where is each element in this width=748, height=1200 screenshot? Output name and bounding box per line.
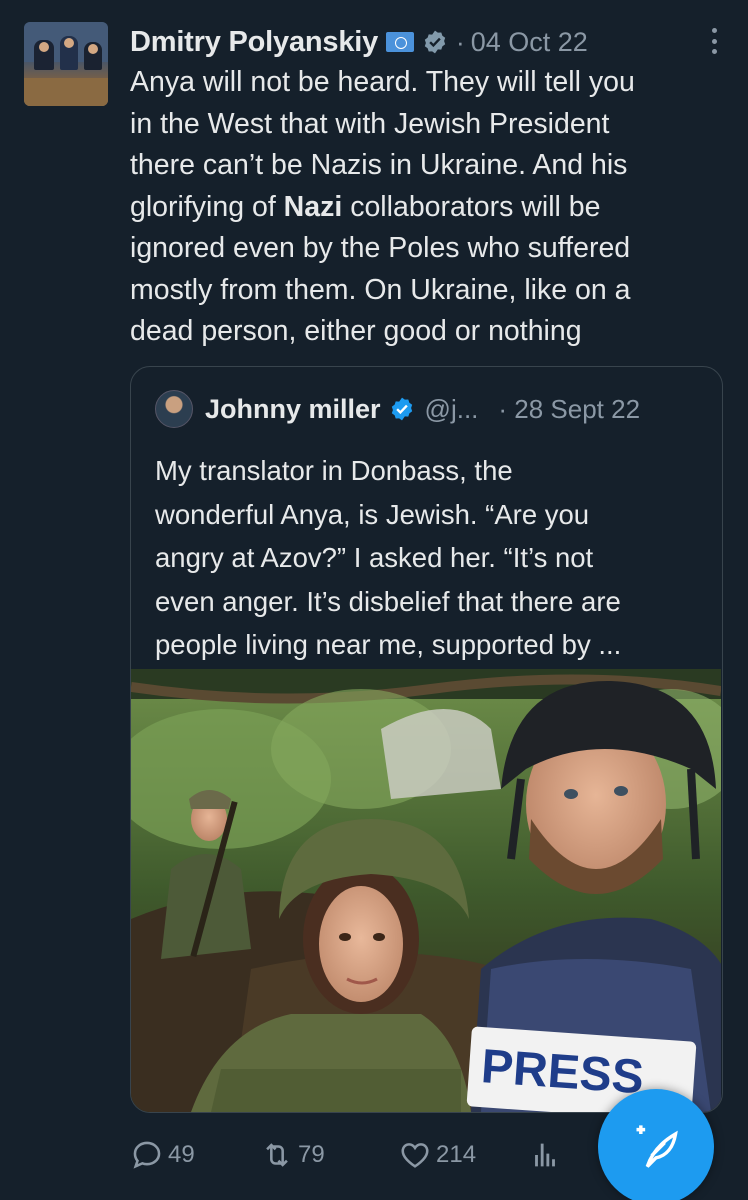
tweet[interactable]: Dmitry Polyanskiy · 04 Oct 22 Anya will … xyxy=(0,0,748,1200)
views-button[interactable] xyxy=(528,1138,566,1172)
quoted-post-date: · 28 Sept 22 xyxy=(498,393,641,424)
post-text-bold[interactable]: Nazi xyxy=(284,191,343,223)
post-text-line: there can’t be Nazis in Ukraine. And his xyxy=(130,149,628,181)
repost-icon xyxy=(266,1143,288,1167)
author-name[interactable]: Dmitry Polyanskiy xyxy=(130,26,378,59)
like-button[interactable]: 214 xyxy=(398,1138,476,1172)
post-text-line: glorifying of Nazi collaborators will be xyxy=(130,187,730,229)
quoted-tweet-photo[interactable]: PRESS xyxy=(131,669,721,1112)
reply-icon xyxy=(133,1141,161,1169)
quoted-author-handle: @j... xyxy=(424,393,479,424)
compose-feather-icon xyxy=(636,1125,678,1168)
quoted-author-avatar[interactable] xyxy=(155,390,193,428)
post-text-line: dead person, either good or nothing xyxy=(130,315,582,347)
compose-button[interactable] xyxy=(598,1089,714,1200)
quoted-text-line: people living near me, supported by ... xyxy=(155,629,622,660)
photo-illustration: PRESS xyxy=(131,669,721,1112)
tweet-actions: 49 79 214 xyxy=(130,1138,590,1178)
more-vertical-icon[interactable] xyxy=(712,28,720,54)
reply-button[interactable]: 49 xyxy=(130,1138,195,1172)
quoted-text-line: angry at Azov?” I asked her. “It’s not xyxy=(155,542,594,573)
like-count: 214 xyxy=(436,1141,477,1168)
repost-count: 79 xyxy=(298,1141,325,1168)
quoted-tweet-header: Johnny miller @j... · 28 Sept 22 xyxy=(155,389,640,429)
quoted-tweet-text: My translator in Donbass, the wonderful … xyxy=(155,449,715,667)
post-text-line: Anya will not be heard. They will tell y… xyxy=(130,66,635,98)
quoted-text-line: My translator in Donbass, the xyxy=(155,455,513,486)
quoted-text-line: even anger. It’s disbelief that there ar… xyxy=(155,585,621,617)
tweet-header: Dmitry Polyanskiy · 04 Oct 22 xyxy=(130,24,588,60)
government-badge-icon[interactable] xyxy=(422,29,448,55)
author-avatar[interactable] xyxy=(24,22,108,106)
quoted-tweet[interactable]: Johnny miller @j... · 28 Sept 22 My tran… xyxy=(130,366,723,1113)
post-text: Anya will not be heard. They will tell y… xyxy=(130,62,730,353)
press-label: PRESS xyxy=(479,1040,645,1104)
views-icon xyxy=(535,1143,555,1167)
post-date[interactable]: 04 Oct 22 xyxy=(471,27,588,58)
quoted-author-name: Johnny miller xyxy=(205,393,381,424)
reply-count: 49 xyxy=(168,1141,195,1168)
verified-badge-icon[interactable] xyxy=(389,396,415,422)
un-flag-icon xyxy=(386,32,415,52)
post-text-segment: collaborators will be xyxy=(342,190,601,223)
post-text-segment: glorifying of xyxy=(130,190,284,223)
separator: · xyxy=(456,26,465,57)
post-text-line: ignored even by the Poles who suffered xyxy=(130,232,631,264)
quoted-text-line: wonderful Anya, is Jewish. “Are you xyxy=(155,498,590,530)
post-text-line: mostly from them. On Ukraine, like on a xyxy=(130,273,631,306)
heart-icon xyxy=(401,1143,429,1168)
repost-button[interactable]: 79 xyxy=(260,1138,325,1172)
post-text-line: in the West that with Jewish President xyxy=(130,107,610,140)
